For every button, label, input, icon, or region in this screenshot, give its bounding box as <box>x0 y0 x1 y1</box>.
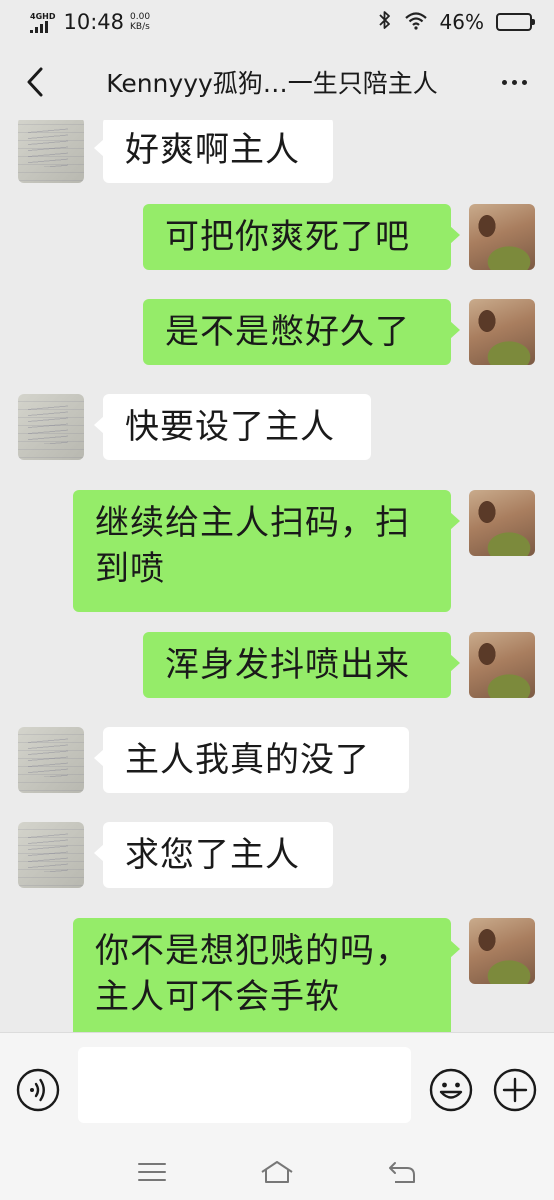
my-avatar[interactable] <box>469 299 535 365</box>
back-button[interactable] <box>0 44 70 120</box>
menu-icon <box>138 1163 167 1181</box>
plus-button[interactable] <box>492 1067 538 1113</box>
system-nav-bar <box>0 1144 554 1200</box>
message-bubble-outgoing[interactable]: 继续给主人扫码，扫 到喷 <box>73 490 460 612</box>
emoji-icon <box>429 1068 473 1112</box>
home-icon <box>261 1161 293 1183</box>
message-bubble-outgoing[interactable]: 可把你爽死了吧 <box>143 204 460 270</box>
more-button[interactable] <box>474 44 554 120</box>
message-bubble-incoming[interactable]: 主人我真的没了 <box>94 727 409 793</box>
message-line: 你不是想犯贱的吗， <box>95 931 410 971</box>
message-bubble-outgoing[interactable]: 浑身发抖喷出来 <box>143 632 460 698</box>
signal-indicator: 4GHD <box>30 12 55 33</box>
contact-avatar[interactable] <box>18 120 84 183</box>
contact-avatar[interactable] <box>18 727 84 793</box>
battery-percent: 46% <box>439 10 484 34</box>
network-type: 4GHD <box>30 11 56 21</box>
chat-header: Kennyyy孤狗…一生只陪主人 <box>0 44 554 120</box>
message-input[interactable] <box>78 1047 411 1123</box>
emoji-button[interactable] <box>428 1067 474 1113</box>
nav-home-button[interactable] <box>257 1152 297 1192</box>
voice-icon <box>16 1068 60 1112</box>
status-time: 10:48 <box>63 10 124 34</box>
chevron-left-icon <box>27 67 43 97</box>
my-avatar[interactable] <box>469 632 535 698</box>
my-avatar[interactable] <box>469 204 535 270</box>
message-list[interactable]: 好爽啊主人 可把你爽死了吧 是不是憋好久了 快要设了主人 继续给主人扫码，扫 到… <box>0 120 554 1032</box>
message-line: 到喷 <box>95 549 165 589</box>
message-bubble-incoming[interactable]: 求您了主人 <box>94 822 333 888</box>
message-line: 主人可不会手软 <box>95 977 340 1017</box>
status-bar: 4GHD 10:48 0.00 KB/s 46% <box>0 0 554 44</box>
voice-button[interactable] <box>15 1067 61 1113</box>
message-bubble-incoming[interactable]: 快要设了主人 <box>94 394 371 460</box>
message-bubble-incoming[interactable]: 好爽啊主人 <box>94 120 333 183</box>
nav-back-button[interactable] <box>382 1152 422 1192</box>
nav-menu-button[interactable] <box>132 1152 172 1192</box>
more-dots-icon <box>501 79 507 85</box>
message-bubble-outgoing[interactable]: 是不是憋好久了 <box>143 299 460 365</box>
bluetooth-icon <box>378 10 392 35</box>
signal-bars-icon <box>30 20 48 33</box>
network-speed-value: 0.00 <box>130 12 151 22</box>
message-bubble-outgoing[interactable]: 你不是想犯贱的吗， 主人可不会手软 <box>73 918 460 1032</box>
network-speed: 0.00 KB/s <box>130 12 150 32</box>
my-avatar[interactable] <box>469 918 535 984</box>
chat-title: Kennyyy孤狗…一生只陪主人 <box>106 69 438 98</box>
input-bar <box>0 1032 554 1144</box>
message-line: 继续给主人扫码，扫 <box>95 503 410 543</box>
battery-icon <box>496 13 535 31</box>
wifi-icon <box>404 10 428 35</box>
my-avatar[interactable] <box>469 490 535 556</box>
contact-avatar[interactable] <box>18 822 84 888</box>
network-speed-unit: KB/s <box>130 22 150 32</box>
plus-icon <box>493 1068 537 1112</box>
contact-avatar[interactable] <box>18 394 84 460</box>
back-icon <box>388 1162 415 1183</box>
